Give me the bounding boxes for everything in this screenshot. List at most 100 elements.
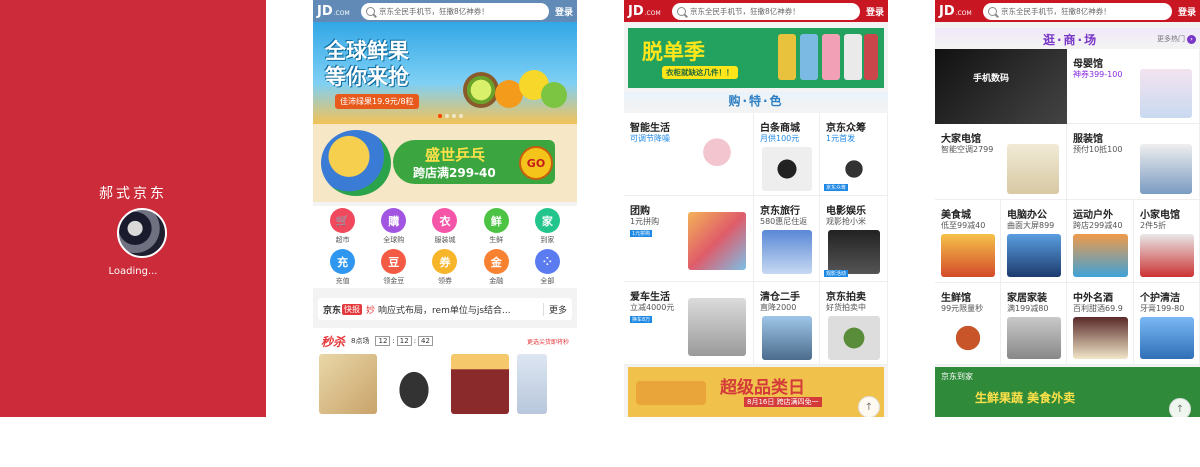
mall-tile[interactable]: 生鲜馆 99元限量秒 <box>935 283 1001 365</box>
tile-image <box>935 49 1067 124</box>
news-more-link[interactable]: 更多 <box>542 302 567 316</box>
mall-tile[interactable]: 母婴馆 神券399-100 <box>1067 49 1200 124</box>
tile-subtitle: 智能空调2799 <box>941 145 994 154</box>
more-hot-link[interactable]: 更多热门 › <box>1157 34 1196 44</box>
login-button[interactable]: 登录 <box>1178 5 1196 18</box>
mall-tile[interactable]: 手机数码 <box>935 49 1067 124</box>
login-button[interactable]: 登录 <box>866 5 884 18</box>
carousel-dots[interactable] <box>438 114 463 118</box>
tile-image <box>1140 144 1192 194</box>
mascot-image <box>321 130 391 196</box>
seckill-product[interactable] <box>385 354 443 414</box>
seckill-section: 秒杀 8点场 12: 12: 42 更选尖货即将秒 <box>313 328 577 417</box>
go-button[interactable]: GO <box>519 146 553 180</box>
category-day-banner[interactable]: 超级品类日 8月16日 跨店满四免一 <box>628 367 884 417</box>
seckill-product[interactable] <box>451 354 509 414</box>
tile-subtitle: 神券399-100 <box>1073 70 1123 79</box>
countdown-minutes: 12 <box>396 336 412 346</box>
tile-image <box>762 230 812 274</box>
quick-nav-item[interactable]: 🛒 超市 <box>317 208 368 245</box>
coupon-icon: 券 <box>432 249 458 274</box>
section-title: 逛·商·场 <box>1043 33 1099 47</box>
seckill-product[interactable] <box>319 354 377 414</box>
featured-tile[interactable]: 京东众筹 1元首发 京东众筹 <box>820 113 888 196</box>
tile-title: 团购 <box>630 206 650 217</box>
mall-tile[interactable]: 服装馆 预付10抵100 <box>1067 124 1200 200</box>
quick-nav-item[interactable]: 購全球购 <box>368 208 419 245</box>
mall-tile[interactable]: 个护清洁 牙膏199-80 <box>1134 283 1200 365</box>
featured-tile[interactable]: 智能生活 可调节降噪 <box>624 113 754 196</box>
daojia-brand: 京东到家 <box>941 372 973 381</box>
featured-tile[interactable]: 电影娱乐 观影抢小米 观影活动 <box>820 196 888 282</box>
search-icon <box>988 6 997 16</box>
quick-nav-item[interactable]: 鲜生鲜 <box>471 208 522 245</box>
pingpong-banner[interactable]: 盛世乒乓 跨店满299-40 GO <box>313 124 577 202</box>
quick-nav-item[interactable]: 豆领金豆 <box>368 249 419 286</box>
quick-nav-item[interactable]: 金金融 <box>471 249 522 286</box>
banner-subtitle: 衣柜就缺这几件！！ <box>662 66 738 79</box>
tile-title: 电影娱乐 <box>826 206 866 217</box>
login-button[interactable]: 登录 <box>555 5 573 18</box>
news-text[interactable]: 响应式布局，rem单位与js结合... <box>378 303 539 316</box>
featured-tile[interactable]: 京东旅行 580惠尼住返 <box>754 196 820 282</box>
clothing-image <box>800 34 818 80</box>
tile-subtitle: 曲面大屏899 <box>1007 221 1055 230</box>
tile-subtitle: 可调节降噪 <box>630 134 670 143</box>
lime-image <box>541 82 567 108</box>
quick-nav-item[interactable]: 充充值 <box>317 249 368 286</box>
featured-tile[interactable]: 爱车生活 立减4000元 换车8万 <box>624 282 754 365</box>
daojia-banner[interactable]: 京东到家 生鲜果蔬 美食外卖 <box>935 367 1200 417</box>
top-bar: JD .COM 京东全民手机节，狂撒8亿神券！ 登录 <box>624 0 888 22</box>
mall-tile[interactable]: 中外名酒 百利甜酒69.9 <box>1067 283 1134 365</box>
jd-logo[interactable]: JD .COM <box>628 4 672 19</box>
tile-image <box>1007 317 1061 359</box>
singles-banner[interactable]: 脱单季 衣柜就缺这几件！！ <box>628 28 884 88</box>
search-input[interactable]: 京东全民手机节，狂撒8亿神券！ <box>672 2 860 20</box>
quick-nav-item[interactable]: 衣服装城 <box>419 208 470 245</box>
jd-logo[interactable]: JD .COM <box>317 4 361 19</box>
logo-sub: .COM <box>644 9 661 17</box>
featured-tile[interactable]: 清仓二手 直降2000 <box>754 282 820 365</box>
tile-image <box>1007 144 1059 194</box>
featured-tile[interactable]: 团购 1元拼购 1元拼购 <box>624 196 754 282</box>
banner-title: 脱单季 <box>642 40 705 64</box>
tile-subtitle: 好货拍卖中 <box>826 303 866 312</box>
seckill-product[interactable] <box>517 354 547 414</box>
search-icon <box>366 6 375 16</box>
mall-tile[interactable]: 电脑办公 曲面大屏899 <box>1001 200 1067 283</box>
tile-image <box>1007 234 1061 277</box>
back-to-top-button[interactable]: ↑ <box>858 396 880 417</box>
quick-nav-label: 到家 <box>540 236 555 244</box>
tile-title: 母婴馆 <box>1073 59 1103 70</box>
mall-tile[interactable]: 运动户外 跨店299减40 <box>1067 200 1134 283</box>
jd-logo[interactable]: JD .COM <box>939 4 983 19</box>
search-input[interactable]: 京东全民手机节，狂撒8亿神券！ <box>983 2 1172 20</box>
top-bar: JD .COM 京东全民手机节，狂撒8亿神券！ 登录 <box>935 0 1200 22</box>
tile-subtitle: 月供100元 <box>760 134 800 143</box>
clothing-image <box>864 34 878 80</box>
back-to-top-button[interactable]: ↑ <box>1169 398 1191 417</box>
mall-tile[interactable]: 家居家装 满199减80 <box>1001 283 1067 365</box>
mall-tile[interactable]: 大家电馆 智能空调2799 <box>935 124 1067 200</box>
mall-tile[interactable]: 小家电馆 2件5折 <box>1134 200 1200 283</box>
featured-tile[interactable]: 京东拍卖 好货拍卖中 <box>820 282 888 365</box>
banner-title-line2: 等你来抢 <box>325 65 409 89</box>
section-title: 购·特·色 <box>624 92 888 112</box>
global-buy-icon: 購 <box>381 208 407 233</box>
seckill-title: 秒杀 <box>321 334 346 349</box>
news-ticker[interactable]: 京东 快报 妙 响应式布局，rem单位与js结合... 更多 <box>318 298 572 320</box>
quick-nav-item[interactable]: 家到家 <box>522 208 573 245</box>
tile-image <box>941 234 995 277</box>
quick-nav-item[interactable]: 券领券 <box>419 249 470 286</box>
banner2-title: 盛世乒乓 <box>425 146 486 164</box>
seckill-more-link[interactable]: 更选尖货即将秒 <box>527 337 569 346</box>
tile-title: 白条商城 <box>760 123 800 134</box>
fruit-banner[interactable]: 全球鲜果 等你来抢 佳沛绿果19.9元/8粒 <box>313 22 577 124</box>
tile-image <box>688 129 746 187</box>
featured-tiles: 智能生活 可调节降噪 白条商城 月供100元 京东众筹 1元首发 京东众筹 团购 1元拼购 1元拼… <box>624 113 888 365</box>
search-input[interactable]: 京东全民手机节，狂撒8亿神券！ <box>361 2 549 20</box>
tile-subtitle: 手机数码 <box>973 74 1010 84</box>
mall-tile[interactable]: 美食城 低至99减40 <box>935 200 1001 283</box>
quick-nav-item[interactable]: ⁘ 全部 <box>522 249 573 286</box>
featured-tile[interactable]: 白条商城 月供100元 <box>754 113 820 196</box>
